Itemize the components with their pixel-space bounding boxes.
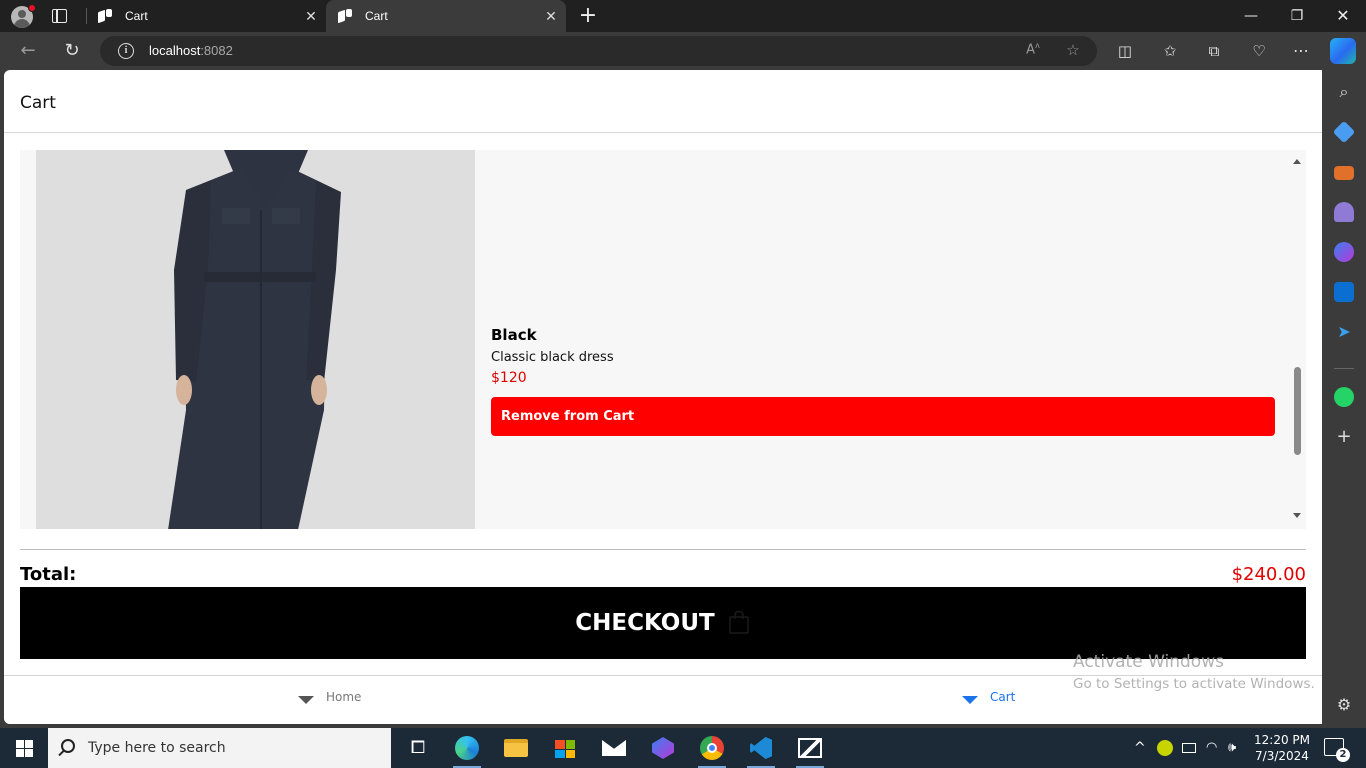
vscode-icon[interactable] — [747, 734, 775, 768]
mail-icon[interactable] — [600, 734, 628, 762]
cart-caret-icon — [962, 696, 978, 704]
browser-toolbar: ← ↻ i localhost:8082 Aʌ ☆ ◫ ✩ ⧉ ♡ ⋯ — [0, 32, 1366, 70]
shopping-tag-icon[interactable] — [1332, 120, 1356, 144]
back-arrow-icon[interactable]: ← — [14, 38, 42, 64]
tray-app-icon[interactable] — [1157, 740, 1173, 756]
scroll-up-arrow-icon[interactable] — [1293, 159, 1301, 164]
minimize-icon[interactable]: — — [1228, 0, 1274, 32]
site-favicon-icon — [98, 8, 113, 24]
taskbar-clock[interactable]: 12:20 PM 7/3/2024 — [1254, 732, 1310, 764]
remove-from-cart-button[interactable]: Remove from Cart — [491, 397, 1275, 436]
screen: Cart ✕ Cart ✕ + — ❐ ✕ ← ↻ i localhost:80… — [0, 0, 1366, 768]
checkout-label: CHECKOUT — [575, 610, 715, 636]
page-viewport: Cart Black Classic black dress $120 Remo… — [4, 70, 1322, 724]
copilot-apps-icon[interactable] — [1334, 242, 1354, 262]
taskbar-search-box[interactable]: Type here to search — [48, 728, 391, 768]
edge-taskbar-icon[interactable] — [453, 734, 481, 768]
nav-home-label: Home — [326, 690, 362, 704]
clock-time: 12:20 PM — [1254, 733, 1310, 747]
cart-item-details: Black Classic black dress $120 Remove fr… — [491, 326, 1275, 436]
refresh-icon[interactable]: ↻ — [58, 38, 86, 64]
clock-date: 7/3/2024 — [1255, 749, 1309, 763]
shopping-bag-icon — [728, 610, 749, 634]
favorite-star-icon[interactable]: ☆ — [1062, 41, 1084, 59]
collections-icon[interactable]: ⧉ — [1203, 40, 1225, 62]
new-tab-plus-icon[interactable]: + — [578, 4, 598, 28]
cart-list-scrollbar[interactable] — [1290, 150, 1304, 529]
chrome-icon[interactable] — [698, 734, 726, 768]
sidebar-divider — [1334, 368, 1354, 369]
show-hidden-icons-chevron-icon[interactable]: ^ — [1134, 740, 1146, 756]
url-host: localhost — [149, 43, 201, 58]
page-title: Cart — [20, 93, 56, 113]
cart-item-list[interactable]: Black Classic black dress $120 Remove fr… — [20, 150, 1306, 529]
black-dress-photo — [36, 150, 475, 529]
copilot-icon[interactable] — [1330, 38, 1356, 64]
read-aloud-icon[interactable]: Aʌ — [1022, 41, 1044, 57]
site-favicon-icon — [338, 8, 353, 24]
close-tab-icon[interactable]: ✕ — [296, 8, 326, 25]
checkout-button[interactable]: CHECKOUT — [20, 587, 1306, 659]
close-window-icon[interactable]: ✕ — [1320, 0, 1366, 32]
page-header: Cart — [4, 70, 1322, 133]
site-info-icon[interactable]: i — [118, 43, 134, 59]
copilot-taskbar-icon[interactable] — [649, 734, 677, 762]
outlook-icon[interactable] — [1334, 282, 1354, 302]
wifi-icon[interactable]: ◠ — [1206, 740, 1217, 755]
more-options-icon[interactable]: ⋯ — [1290, 40, 1312, 62]
volume-icon[interactable]: 🕪 — [1228, 740, 1236, 755]
favorites-icon[interactable]: ✩ — [1159, 40, 1181, 62]
nav-cart[interactable]: Cart — [962, 690, 1015, 704]
watermark-subtitle: Go to Settings to activate Windows. — [1073, 676, 1315, 692]
notification-count-badge: 2 — [1336, 748, 1350, 762]
close-tab-icon[interactable]: ✕ — [536, 8, 566, 25]
watermark-title: Activate Windows — [1073, 652, 1224, 672]
total-divider — [20, 549, 1306, 550]
games-icon[interactable] — [1334, 202, 1354, 222]
add-sidebar-app-icon[interactable]: + — [1334, 427, 1354, 447]
tab-actions-icon[interactable] — [52, 9, 67, 23]
browser-tab-label: Cart — [125, 9, 148, 23]
nav-cart-label: Cart — [990, 690, 1016, 704]
url-port: :8082 — [200, 43, 233, 58]
total-value: $240.00 — [1231, 564, 1306, 585]
url-text[interactable]: localhost:8082 — [149, 43, 233, 58]
whatsapp-icon[interactable] — [1334, 387, 1354, 407]
scroll-down-arrow-icon[interactable] — [1293, 513, 1301, 518]
browser-tab-1[interactable]: Cart ✕ — [86, 0, 326, 32]
photos-icon[interactable] — [796, 734, 824, 768]
search-icon[interactable]: ⌕ — [1334, 82, 1354, 102]
scrollbar-thumb[interactable] — [1294, 367, 1301, 455]
profile-avatar-icon[interactable] — [10, 4, 36, 28]
taskbar-search-placeholder: Type here to search — [88, 740, 226, 756]
restore-icon[interactable]: ❐ — [1274, 0, 1320, 32]
address-bar[interactable]: i localhost:8082 Aʌ ☆ — [100, 36, 1097, 66]
activate-windows-watermark: Activate Windows Go to Settings to activ… — [1073, 652, 1315, 692]
battery-icon[interactable] — [1182, 743, 1196, 753]
browser-tab-strip: Cart ✕ Cart ✕ + — ❐ ✕ — [0, 0, 1366, 32]
dress-illustration — [36, 150, 475, 529]
browser-tab-label: Cart — [365, 9, 388, 23]
home-caret-icon — [298, 696, 314, 704]
windows-start-icon[interactable] — [16, 740, 33, 757]
browser-tab-2[interactable]: Cart ✕ — [326, 0, 566, 32]
windows-taskbar: Type here to search ⧠ ^ ◠ 🕪 12:20 PM 7/3… — [0, 728, 1366, 768]
settings-gear-icon[interactable]: ⚙ — [1334, 695, 1354, 715]
product-description: Classic black dress — [491, 350, 614, 365]
notification-center-icon[interactable]: 2 — [1324, 738, 1350, 762]
product-price: $120 — [491, 370, 527, 386]
split-screen-icon[interactable]: ◫ — [1114, 40, 1136, 62]
tools-briefcase-icon[interactable] — [1334, 166, 1354, 180]
send-icon[interactable]: ➤ — [1334, 322, 1354, 342]
file-explorer-icon[interactable] — [502, 734, 530, 762]
store-icon[interactable] — [551, 734, 579, 762]
edge-sidebar: ⌕ ➤ + ⚙ — [1322, 70, 1366, 728]
search-icon — [61, 739, 75, 753]
total-label: Total: — [20, 564, 77, 585]
browser-essentials-icon[interactable]: ♡ — [1248, 40, 1270, 62]
task-view-icon[interactable]: ⧠ — [404, 734, 432, 762]
nav-home[interactable]: Home — [298, 690, 361, 704]
product-name: Black — [491, 326, 537, 344]
